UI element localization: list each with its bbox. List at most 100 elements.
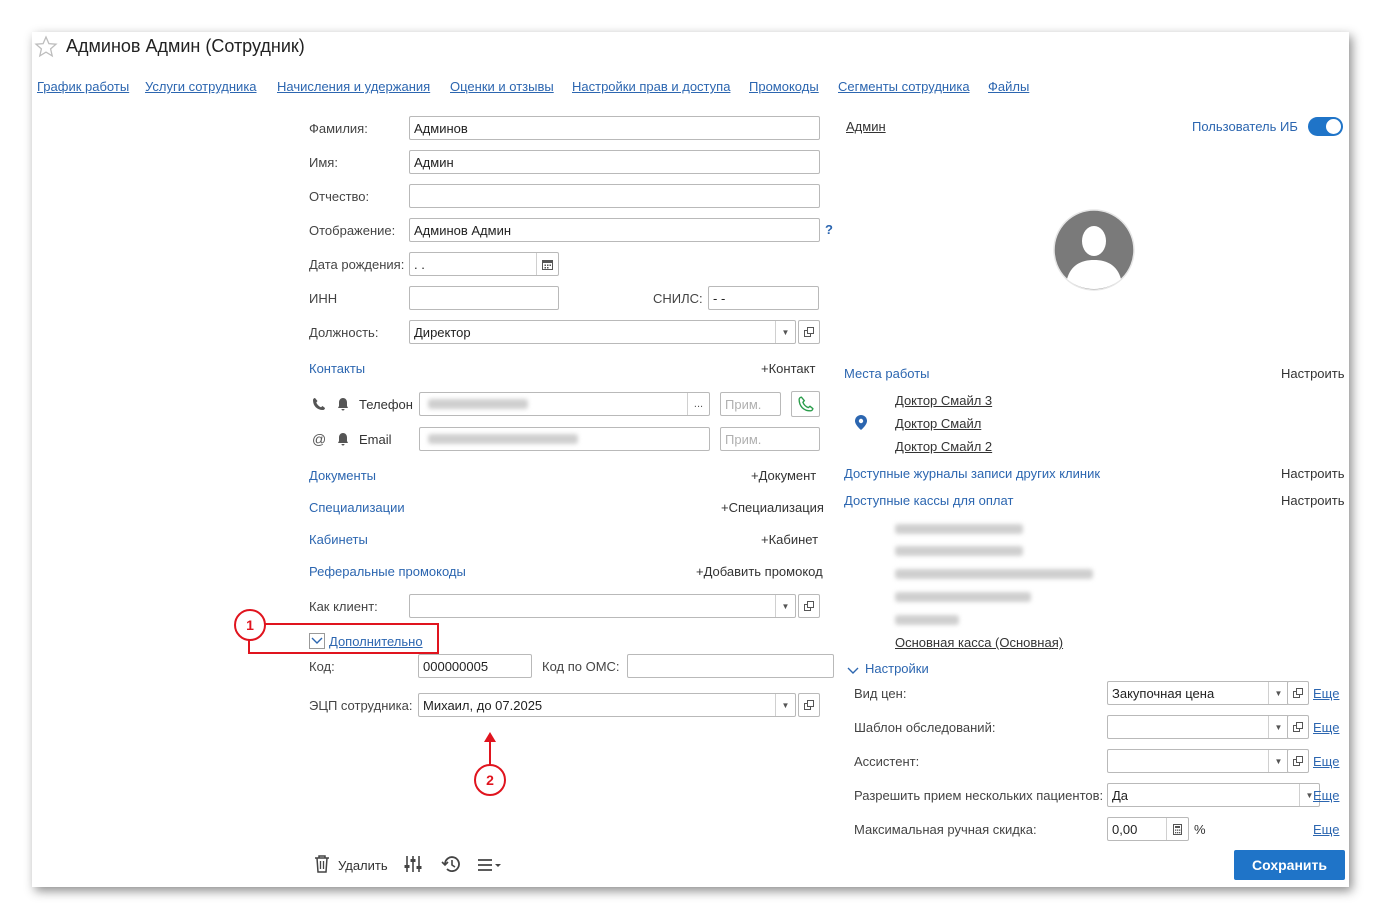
workplaces-configure-button[interactable]: Настроить xyxy=(1281,366,1345,381)
surname-label: Фамилия: xyxy=(309,121,368,136)
name-label: Имя: xyxy=(309,155,338,170)
chevron-down-icon[interactable]: ▼ xyxy=(1268,682,1288,704)
at-sign-icon: @ xyxy=(312,431,327,447)
open-external-icon[interactable] xyxy=(1287,681,1309,705)
max-discount-field[interactable]: 0,00 xyxy=(1107,817,1189,841)
location-pin-icon xyxy=(855,415,867,433)
trash-icon[interactable] xyxy=(314,855,330,876)
phone-note-field[interactable]: Прим. xyxy=(720,392,781,416)
add-promocode-button[interactable]: +Добавить промокод xyxy=(696,564,823,579)
calendar-icon[interactable] xyxy=(536,253,558,275)
signature-select[interactable]: Михаил, до 07.2025 ▼ xyxy=(418,693,796,717)
settings-section-title[interactable]: Настройки xyxy=(865,661,929,676)
tab-segments[interactable]: Сегменты сотрудника xyxy=(838,79,970,94)
ib-user-toggle[interactable] xyxy=(1308,117,1343,136)
chevron-down-icon[interactable]: ▼ xyxy=(775,321,795,343)
tab-access-settings[interactable]: Настройки прав и доступа xyxy=(572,79,730,94)
position-select[interactable]: Директор ▼ xyxy=(409,320,796,344)
tab-promocodes[interactable]: Промокоды xyxy=(749,79,819,94)
open-external-icon[interactable] xyxy=(1287,715,1309,739)
additional-toggle[interactable]: Дополнительно xyxy=(329,634,423,649)
tab-reviews[interactable]: Оценки и отзывы xyxy=(450,79,554,94)
add-contact-button[interactable]: +Контакт xyxy=(761,361,815,376)
chevron-down-icon[interactable]: ▼ xyxy=(1268,750,1288,772)
signature-label: ЭЦП сотрудника: xyxy=(309,698,413,713)
chevron-down-icon[interactable] xyxy=(309,633,325,649)
sliders-icon[interactable] xyxy=(403,855,423,876)
inn-field[interactable] xyxy=(409,286,559,310)
workplace-item[interactable]: Доктор Смайл 2 xyxy=(895,439,992,454)
name-field[interactable]: Админ xyxy=(409,150,820,174)
exam-template-more-link[interactable]: Еще xyxy=(1313,720,1339,735)
tab-employee-services[interactable]: Услуги сотрудника xyxy=(145,79,257,94)
exam-template-label: Шаблон обследований: xyxy=(854,720,996,735)
display-field[interactable]: Админов Админ xyxy=(409,218,820,242)
history-icon[interactable] xyxy=(441,854,462,877)
multi-patients-select[interactable]: Да ▼ xyxy=(1107,783,1320,807)
menu-more-icon[interactable] xyxy=(477,857,503,876)
tab-files[interactable]: Файлы xyxy=(988,79,1029,94)
client-select[interactable]: ▼ xyxy=(409,594,796,618)
email-field[interactable] xyxy=(419,427,710,451)
journals-section-title[interactable]: Доступные журналы записи других клиник xyxy=(844,466,1100,481)
call-icon[interactable] xyxy=(791,391,820,417)
phone-more-button[interactable]: ... xyxy=(687,393,709,415)
code-field[interactable]: 000000005 xyxy=(418,654,532,678)
price-type-select[interactable]: Закупочная цена ▼ xyxy=(1107,681,1289,705)
cash-section-title[interactable]: Доступные кассы для оплат xyxy=(844,493,1013,508)
add-cabinet-button[interactable]: +Кабинет xyxy=(761,532,818,547)
add-specialization-button[interactable]: +Специализация xyxy=(721,500,824,515)
signature-value: Михаил, до 07.2025 xyxy=(423,698,543,713)
email-note-field[interactable]: Прим. xyxy=(720,427,820,451)
exam-template-select[interactable]: ▼ xyxy=(1107,715,1289,739)
annotation-arrow-icon xyxy=(484,732,496,766)
specializations-section-title[interactable]: Специализации xyxy=(309,500,405,515)
price-type-more-link[interactable]: Еще xyxy=(1313,686,1339,701)
bell-icon[interactable] xyxy=(337,432,349,449)
calculator-icon[interactable] xyxy=(1166,818,1188,840)
surname-field[interactable]: Админов xyxy=(409,116,820,140)
chevron-down-icon[interactable] xyxy=(847,663,859,678)
bell-icon[interactable] xyxy=(337,397,349,414)
chevron-down-icon[interactable]: ▼ xyxy=(1268,716,1288,738)
cash-configure-button[interactable]: Настроить xyxy=(1281,493,1345,508)
workplace-item[interactable]: Доктор Смайл xyxy=(895,416,981,431)
patronymic-label: Отчество: xyxy=(309,189,370,204)
multi-patients-more-link[interactable]: Еще xyxy=(1313,788,1339,803)
birthdate-field[interactable]: . . xyxy=(409,252,559,276)
open-external-icon[interactable] xyxy=(798,320,820,344)
add-document-button[interactable]: +Документ xyxy=(751,468,816,483)
position-value: Директор xyxy=(414,325,471,340)
max-discount-value: 0,00 xyxy=(1112,822,1138,837)
display-help-icon[interactable]: ? xyxy=(825,222,833,237)
oms-code-label: Код по ОМС: xyxy=(542,659,620,674)
snils-field[interactable]: - - xyxy=(708,286,819,310)
display-label: Отображение: xyxy=(309,223,396,238)
workplaces-section-title[interactable]: Места работы xyxy=(844,366,930,381)
tab-work-schedule[interactable]: График работы xyxy=(37,79,129,94)
journals-configure-button[interactable]: Настроить xyxy=(1281,466,1345,481)
patronymic-field[interactable] xyxy=(409,184,820,208)
favorite-star-icon[interactable] xyxy=(34,35,58,62)
assistant-select[interactable]: ▼ xyxy=(1107,749,1289,773)
open-external-icon[interactable] xyxy=(1287,749,1309,773)
assistant-more-link[interactable]: Еще xyxy=(1313,754,1339,769)
main-cash-link[interactable]: Основная касса (Основная) xyxy=(895,635,1063,650)
cabinets-section-title[interactable]: Кабинеты xyxy=(309,532,368,547)
user-link[interactable]: Админ xyxy=(846,119,886,134)
phone-field[interactable]: ... xyxy=(419,392,710,416)
tab-accruals[interactable]: Начисления и удержания xyxy=(277,79,430,94)
chevron-down-icon[interactable]: ▼ xyxy=(775,595,795,617)
oms-code-field[interactable] xyxy=(627,654,834,678)
open-external-icon[interactable] xyxy=(798,594,820,618)
open-external-icon[interactable] xyxy=(798,693,820,717)
inn-label: ИНН xyxy=(309,291,338,306)
delete-button[interactable]: Удалить xyxy=(338,858,388,873)
workplace-item[interactable]: Доктор Смайл 3 xyxy=(895,393,992,408)
chevron-down-icon[interactable]: ▼ xyxy=(775,694,795,716)
promocodes-section-title[interactable]: Реферальные промокоды xyxy=(309,564,466,579)
contacts-section-title[interactable]: Контакты xyxy=(309,361,365,376)
documents-section-title[interactable]: Документы xyxy=(309,468,376,483)
save-button[interactable]: Сохранить xyxy=(1234,850,1345,880)
max-discount-more-link[interactable]: Еще xyxy=(1313,822,1339,837)
